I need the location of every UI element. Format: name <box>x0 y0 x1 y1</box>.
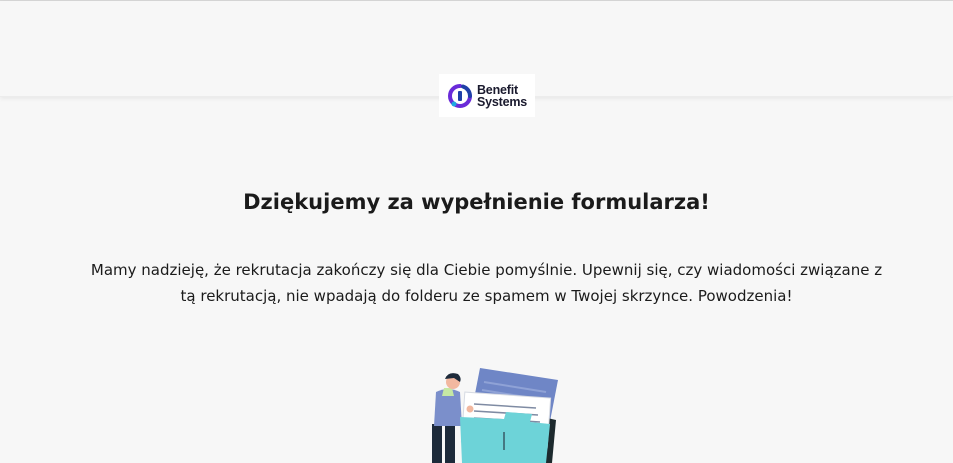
benefit-systems-logo-icon <box>448 83 472 108</box>
logo[interactable]: Benefit Systems <box>439 74 535 117</box>
logo-text: Benefit Systems <box>476 82 528 109</box>
confirmation-message: Mamy nadzieję, że rekrutacja zakończy si… <box>90 261 883 305</box>
logo-line-2: Systems <box>476 94 528 109</box>
person-holding-folder-illustration <box>432 368 558 463</box>
page-title: Dziękujemy za wypełnienie formularza! <box>243 190 710 214</box>
logo-line-1: Benefit <box>476 82 518 97</box>
